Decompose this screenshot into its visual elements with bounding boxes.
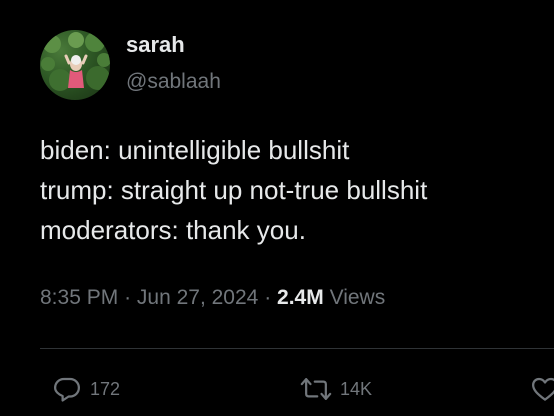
retweet-button[interactable]: 14K [300,372,372,406]
tweet-text: biden: unintelligible bullshit trump: st… [40,130,540,250]
meta-separator: · [264,286,272,309]
like-button[interactable] [530,372,554,406]
views-label: Views [329,286,386,309]
display-name[interactable]: sarah [126,32,185,58]
divider [40,348,554,349]
views-count: 2.4M [277,286,324,309]
reply-bubble-icon [52,374,82,404]
retweet-arrows-icon [300,374,332,404]
tweet-line: moderators: thank you. [40,215,306,245]
reply-button[interactable]: 172 [52,372,120,406]
tweet-date[interactable]: Jun 27, 2024 [137,286,258,309]
meta-separator: · [124,286,132,309]
user-handle[interactable]: @sablaah [126,70,221,94]
tweet-time[interactable]: 8:35 PM [40,286,118,309]
avatar-image [41,32,110,91]
reply-count: 172 [90,378,121,399]
tweet-line: biden: unintelligible bullshit [40,135,350,165]
tweet-meta: 8:35 PM · Jun 27, 2024 · 2.4M Views [40,286,385,310]
avatar[interactable] [40,30,110,100]
heart-icon [530,374,554,404]
retweet-count: 14K [340,378,373,399]
tweet-line: trump: straight up not-true bullshit [40,175,428,205]
